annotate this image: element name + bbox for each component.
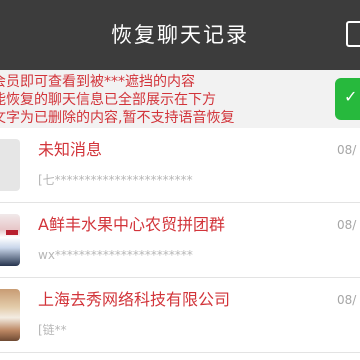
header-action-icon[interactable] xyxy=(346,21,360,47)
page-title: 恢复聊天记录 xyxy=(111,23,249,47)
avatar-ribbon xyxy=(6,230,18,235)
chat-date: 08/ xyxy=(337,218,357,232)
avatar xyxy=(0,289,20,341)
chat-row[interactable]: 上海去秀网络科技有限公司 [链** 08/ xyxy=(0,278,360,353)
chat-row[interactable]: A鲜丰水果中心农贸拼团群 wx*********************** 0… xyxy=(0,203,360,278)
chat-preview: [七*********************** xyxy=(38,173,193,187)
chat-date: 08/ xyxy=(337,143,357,157)
chat-name: 上海去秀网络科技有限公司 xyxy=(38,290,231,309)
avatar xyxy=(0,139,20,191)
avatar xyxy=(0,214,20,266)
chat-name: A鲜丰水果中心农贸拼团群 xyxy=(38,215,225,234)
notice-banner: 会员即可查看到被***遮挡的内容 能恢复的聊天信息已全部展示在下方 文字为已删除… xyxy=(0,70,360,128)
notice-line-deleted: 文字为已删除的内容,暂不支持语音恢复 xyxy=(0,110,235,126)
chat-preview: wx*********************** xyxy=(38,248,193,262)
chat-date: 08/ xyxy=(337,293,357,307)
chat-preview: [链** xyxy=(38,323,67,337)
chat-row[interactable]: 未知消息 [七*********************** 08/ xyxy=(0,128,360,203)
button-glyph: ✓ xyxy=(344,87,358,106)
green-action-button[interactable]: ✓ xyxy=(335,78,360,120)
notice-line-recovered: 能恢复的聊天信息已全部展示在下方 xyxy=(0,92,216,108)
chat-name: 未知消息 xyxy=(38,140,103,159)
title-bar: 恢复聊天记录 xyxy=(0,0,360,70)
notice-line-vip: 会员即可查看到被***遮挡的内容 xyxy=(0,74,195,90)
